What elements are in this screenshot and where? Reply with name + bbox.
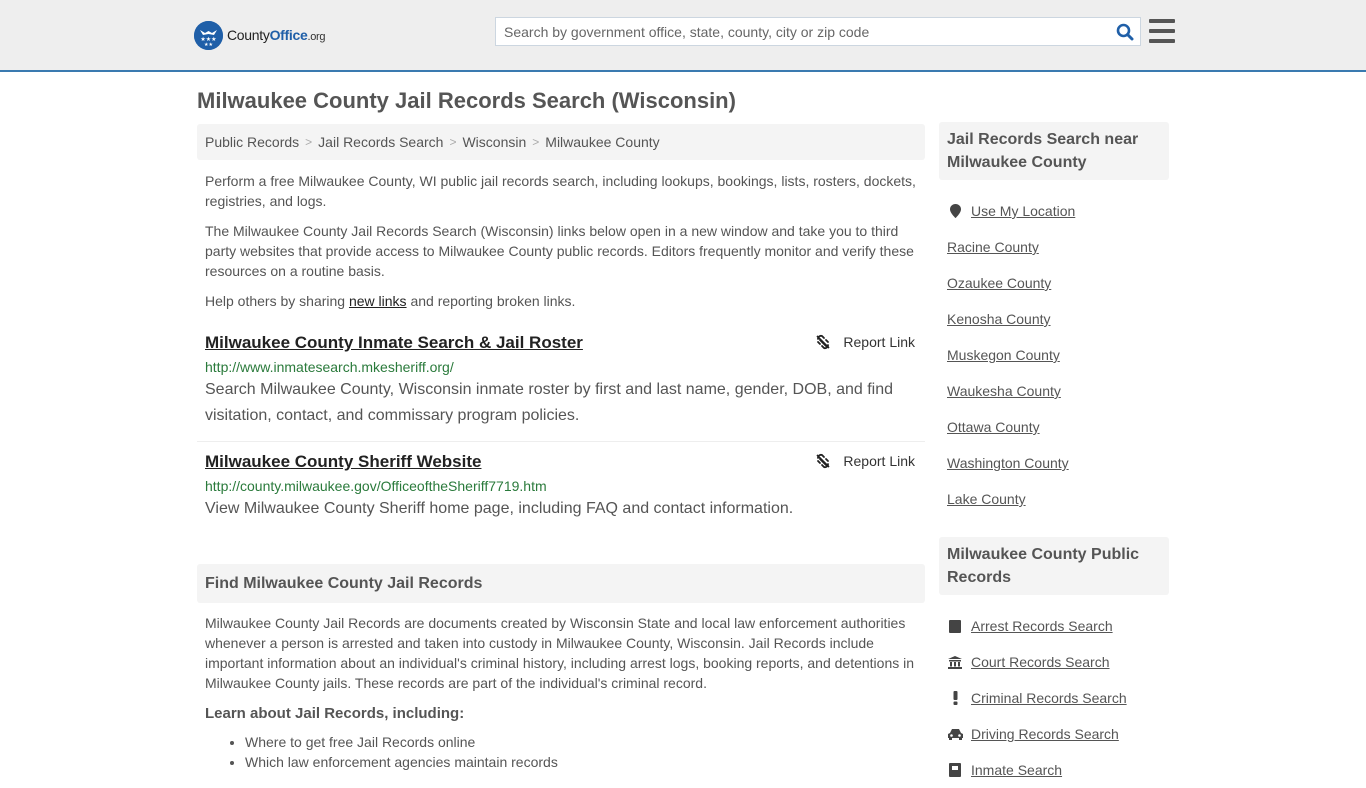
- report-link-button[interactable]: Report Link: [815, 453, 915, 469]
- nearby-county-item: Kenosha County: [947, 301, 1161, 337]
- nearby-county-link[interactable]: Ozaukee County: [947, 275, 1051, 291]
- nearby-county-link[interactable]: Ottawa County: [947, 419, 1040, 435]
- report-link-label: Report Link: [843, 453, 915, 469]
- site-logo[interactable]: ★★★ ★★ CountyOffice.org: [194, 20, 326, 50]
- nearby-county-item: Lake County: [947, 481, 1161, 517]
- car-icon: [947, 728, 963, 740]
- broken-link-icon: [816, 334, 830, 350]
- intro-paragraph: Perform a free Milwaukee County, WI publ…: [205, 173, 916, 209]
- intro: Perform a free Milwaukee County, WI publ…: [197, 171, 925, 311]
- search-icon: [1116, 23, 1134, 40]
- site-header: ★★★ ★★ CountyOffice.org: [0, 0, 1366, 72]
- nearby-county-link[interactable]: Muskegon County: [947, 347, 1060, 363]
- logo-text: CountyOffice.org: [227, 27, 326, 43]
- learn-list-item: Which law enforcement agencies maintain …: [245, 752, 925, 772]
- breadcrumb-separator: >: [305, 135, 313, 149]
- share-links-paragraph: Help others by sharing new links and rep…: [205, 293, 576, 309]
- result-url: http://county.milwaukee.gov/OfficeoftheS…: [205, 478, 547, 494]
- book-icon: [947, 619, 963, 633]
- public-records-item: Inmate Search: [947, 752, 1161, 788]
- sidebar: Jail Records Search near Milwaukee Count…: [939, 122, 1169, 788]
- learn-list-item: Where to get free Jail Records online: [245, 732, 925, 752]
- nearby-heading: Jail Records Search near Milwaukee Count…: [939, 122, 1169, 180]
- use-my-location-link[interactable]: Use My Location: [971, 203, 1075, 219]
- search-box: [495, 17, 1141, 46]
- nearby-list: Use My Location Racine County Ozaukee Co…: [939, 193, 1169, 517]
- nearby-county-link[interactable]: Lake County: [947, 491, 1026, 507]
- result-title-link[interactable]: Milwaukee County Inmate Search & Jail Ro…: [205, 332, 583, 354]
- driving-records-link[interactable]: Driving Records Search: [971, 726, 1119, 742]
- nearby-county-item: Ottawa County: [947, 409, 1161, 445]
- intro-paragraph: The Milwaukee County Jail Records Search…: [205, 223, 914, 279]
- map-marker-icon: [947, 204, 963, 218]
- nearby-county-link[interactable]: Kenosha County: [947, 311, 1051, 327]
- breadcrumb: Public Records > Jail Records Search > W…: [197, 124, 925, 160]
- nearby-county-item: Ozaukee County: [947, 265, 1161, 301]
- courthouse-icon: [947, 655, 963, 669]
- page-title: Milwaukee County Jail Records Search (Wi…: [197, 88, 736, 113]
- nearby-county-item: Muskegon County: [947, 337, 1161, 373]
- hamburger-menu-icon[interactable]: [1149, 19, 1175, 43]
- public-records-item: Driving Records Search: [947, 716, 1161, 752]
- breadcrumb-wisconsin[interactable]: Wisconsin: [462, 134, 526, 150]
- nearby-county-item: Washington County: [947, 445, 1161, 481]
- court-records-link[interactable]: Court Records Search: [971, 654, 1110, 670]
- main-content: Public Records > Jail Records Search > W…: [197, 124, 925, 772]
- inmate-search-link[interactable]: Inmate Search: [971, 762, 1062, 778]
- result-description: Search Milwaukee County, Wisconsin inmat…: [205, 381, 894, 424]
- public-records-heading: Milwaukee County Public Records: [939, 537, 1169, 595]
- breadcrumb-public-records[interactable]: Public Records: [205, 134, 299, 150]
- public-records-item: Arrest Records Search: [947, 608, 1161, 644]
- learn-heading: Learn about Jail Records, including:: [205, 705, 465, 722]
- nearby-county-link[interactable]: Waukesha County: [947, 383, 1061, 399]
- broken-link-icon: [816, 453, 830, 469]
- search-button[interactable]: [1110, 18, 1140, 45]
- arrest-records-link[interactable]: Arrest Records Search: [971, 618, 1113, 634]
- report-link-button[interactable]: Report Link: [815, 334, 915, 350]
- find-records-body: Milwaukee County Jail Records are docume…: [205, 615, 915, 691]
- result-item: Milwaukee County Inmate Search & Jail Ro…: [197, 332, 925, 442]
- nearby-county-link[interactable]: Washington County: [947, 455, 1069, 471]
- public-records-item: Court Records Search: [947, 644, 1161, 680]
- svg-text:★★: ★★: [204, 42, 213, 48]
- report-link-label: Report Link: [843, 334, 915, 350]
- result-url: http://www.inmatesearch.mkesheriff.org/: [205, 359, 454, 375]
- breadcrumb-separator: >: [532, 135, 540, 149]
- public-records-item: Criminal Records Search: [947, 680, 1161, 716]
- result-description: View Milwaukee County Sheriff home page,…: [205, 500, 794, 517]
- exclamation-icon: [947, 691, 963, 705]
- breadcrumb-jail-records-search[interactable]: Jail Records Search: [318, 134, 443, 150]
- breadcrumb-milwaukee-county[interactable]: Milwaukee County: [545, 134, 659, 150]
- nearby-county-item: Waukesha County: [947, 373, 1161, 409]
- inmate-icon: [947, 763, 963, 777]
- public-records-list: Arrest Records Search Court Records Sear…: [939, 608, 1169, 788]
- new-links-link[interactable]: new links: [349, 293, 407, 309]
- search-input[interactable]: [496, 18, 1110, 45]
- nearby-county-link[interactable]: Racine County: [947, 239, 1039, 255]
- learn-list: Where to get free Jail Records online Wh…: [197, 732, 925, 772]
- result-title-link[interactable]: Milwaukee County Sheriff Website: [205, 451, 481, 473]
- find-records-heading: Find Milwaukee County Jail Records: [197, 564, 925, 603]
- result-item: Milwaukee County Sheriff Website Report …: [197, 451, 925, 522]
- logo-eagle-icon: ★★★ ★★: [194, 20, 223, 50]
- criminal-records-link[interactable]: Criminal Records Search: [971, 690, 1127, 706]
- nearby-county-item: Racine County: [947, 229, 1161, 265]
- breadcrumb-separator: >: [449, 135, 457, 149]
- use-my-location-item: Use My Location: [947, 193, 1161, 229]
